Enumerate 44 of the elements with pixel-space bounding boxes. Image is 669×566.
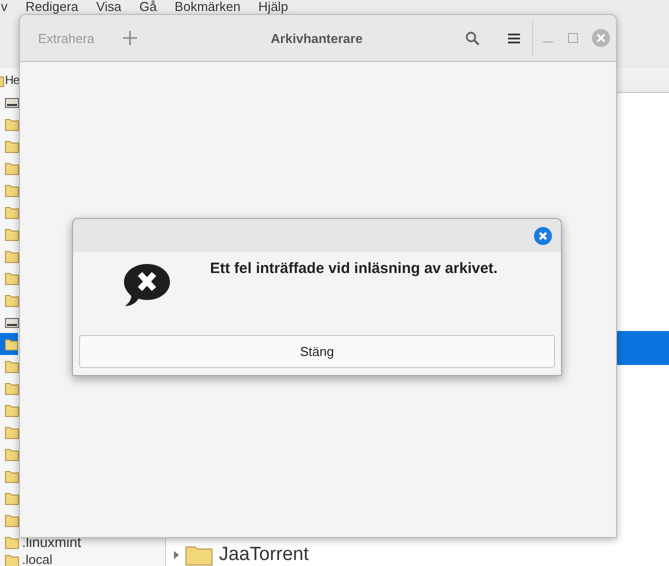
error-icon bbox=[122, 262, 172, 308]
add-icon[interactable] bbox=[122, 30, 138, 46]
search-icon[interactable] bbox=[465, 30, 480, 46]
close-icon[interactable] bbox=[592, 29, 610, 47]
folder-icon bbox=[5, 206, 19, 218]
folder-icon bbox=[5, 492, 19, 504]
folder-icon bbox=[5, 162, 19, 174]
menu-item[interactable]: Visa bbox=[95, 0, 122, 13]
folder-icon bbox=[5, 338, 18, 350]
drive-icon bbox=[5, 96, 19, 108]
menu-item[interactable]: Redigera bbox=[24, 0, 80, 13]
sidebar-item[interactable] bbox=[0, 333, 18, 355]
file-name[interactable]: JaaTorrent bbox=[219, 544, 309, 566]
folder-icon bbox=[5, 228, 19, 240]
folder-icon bbox=[5, 140, 19, 152]
drive-icon bbox=[5, 316, 19, 328]
folder-icon bbox=[5, 426, 19, 438]
folder-icon bbox=[5, 184, 19, 196]
window-title: Arkivhanterare bbox=[270, 30, 364, 46]
menu-icon[interactable] bbox=[508, 32, 520, 44]
menu-item[interactable]: Hjälp bbox=[257, 0, 290, 13]
folder-icon bbox=[5, 360, 19, 372]
close-button[interactable]: Stäng bbox=[79, 335, 555, 368]
sidebar-item[interactable]: .linuxmint bbox=[22, 534, 82, 550]
folder-icon bbox=[185, 544, 213, 566]
menu-item[interactable]: Gå bbox=[138, 0, 158, 13]
sidebar-item[interactable]: He bbox=[5, 73, 20, 87]
expander-icon[interactable] bbox=[174, 551, 179, 559]
folder-icon bbox=[5, 448, 19, 460]
folder-icon bbox=[5, 294, 19, 306]
folder-icon bbox=[5, 536, 19, 548]
menu-item[interactable]: v bbox=[0, 0, 8, 13]
error-message: Ett fel inträffade vid inläsning av arkivet. bbox=[210, 259, 498, 279]
folder-icon bbox=[5, 382, 19, 394]
folder-icon bbox=[5, 554, 19, 566]
folder-icon bbox=[5, 250, 19, 262]
menu-item[interactable]: Bokmärken bbox=[174, 0, 242, 13]
folder-icon bbox=[5, 118, 19, 130]
folder-icon bbox=[5, 514, 19, 526]
folder-icon bbox=[5, 470, 19, 482]
folder-icon bbox=[5, 404, 19, 416]
close-icon[interactable] bbox=[534, 226, 552, 244]
sidebar-item[interactable]: .local bbox=[22, 554, 52, 566]
folder-icon bbox=[5, 272, 19, 284]
